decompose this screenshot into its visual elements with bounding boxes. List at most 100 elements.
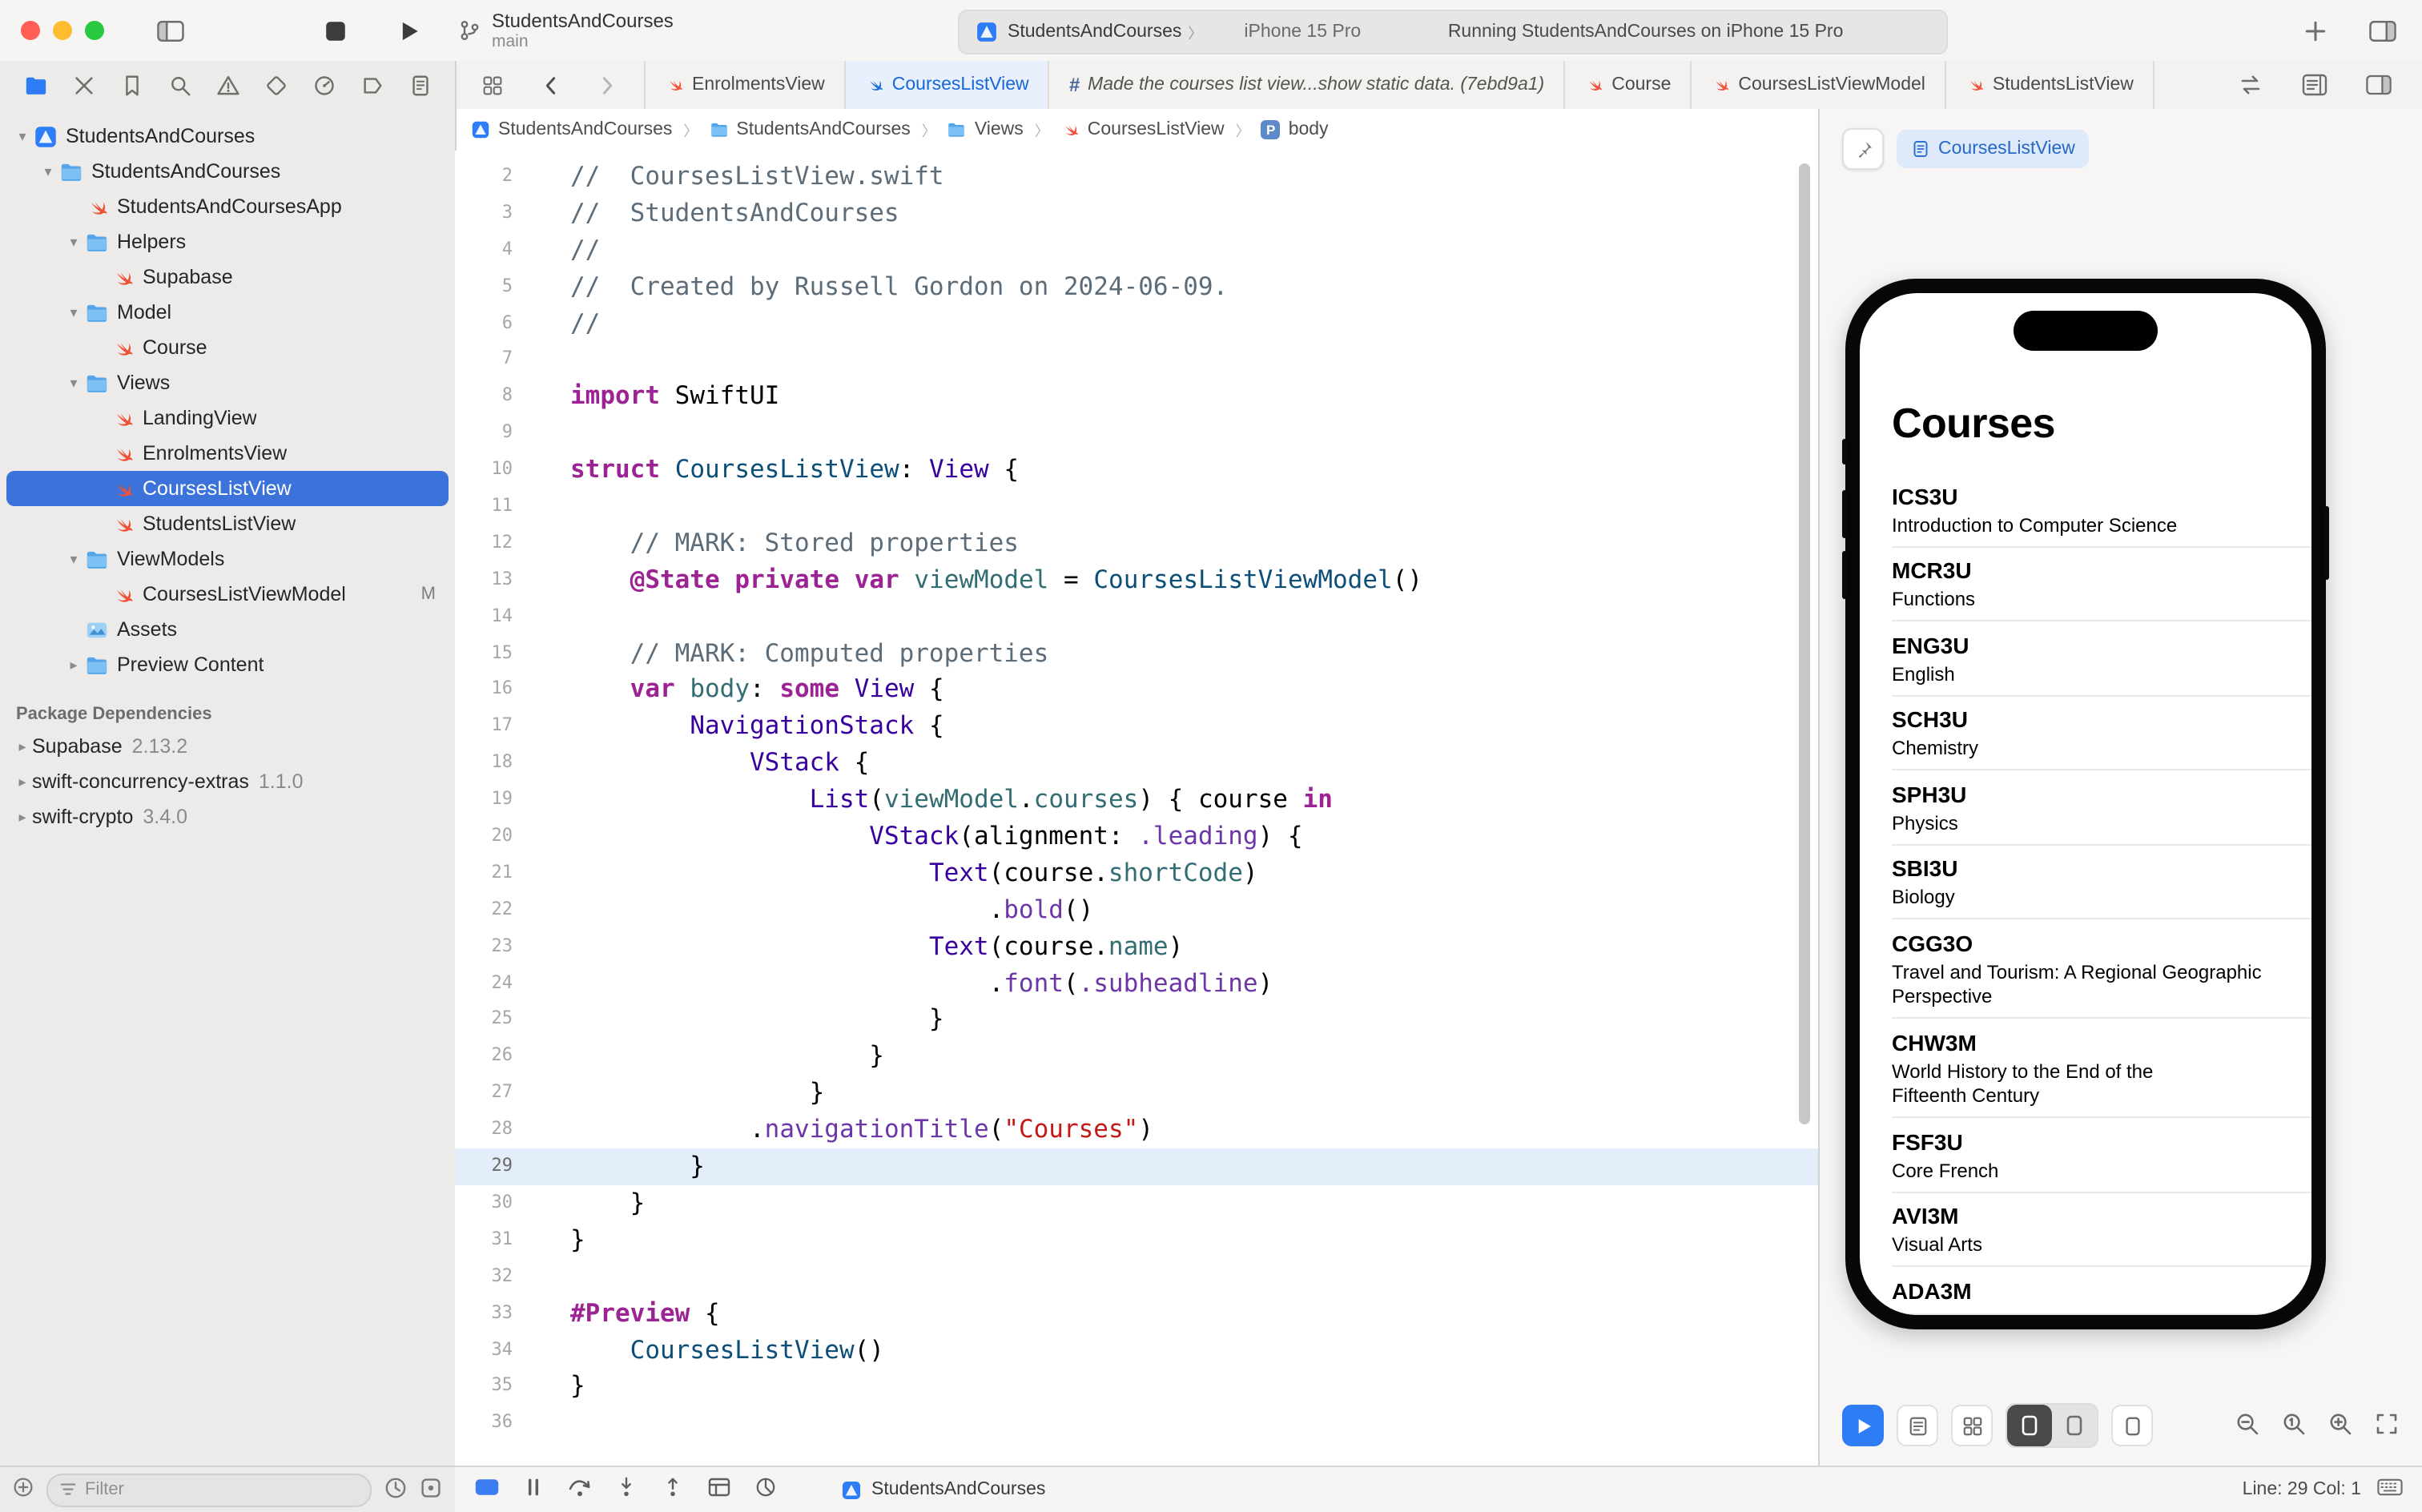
breadcrumb-views[interactable]: Views (947, 120, 1024, 139)
go-forward-button[interactable] (586, 66, 628, 104)
code-line-31[interactable]: 31} (455, 1222, 1818, 1259)
sidebar-item-studentslistview[interactable]: StudentsListView (6, 506, 449, 541)
course-row-mcr3u[interactable]: MCR3UFunctions (1860, 547, 2311, 621)
code-line-30[interactable]: 30 } (455, 1185, 1818, 1222)
package-swift-concurrency-extras[interactable]: ▸swift-concurrency-extras1.1.0 (0, 764, 455, 799)
zoom-fit-button[interactable] (2374, 1411, 2400, 1442)
sidebar-item-helpers[interactable]: ▾Helpers (6, 224, 449, 259)
device-alt-mode-button[interactable] (2052, 1405, 2097, 1446)
disclosure-open-icon[interactable]: ▾ (64, 550, 83, 568)
step-over-button[interactable] (567, 1477, 593, 1502)
bookmarks-navigator-button[interactable] (117, 70, 146, 99)
code-line-2[interactable]: 2// CoursesListView.swift (455, 159, 1818, 195)
sidebar-item-courseslistview[interactable]: CoursesListView (6, 471, 449, 506)
course-row-fsf3u[interactable]: FSF3UCore French (1860, 1118, 2311, 1192)
code-line-25[interactable]: 25 } (455, 1002, 1818, 1039)
close-button[interactable] (21, 21, 40, 40)
code-line-10[interactable]: 10struct CoursesListView: View { (455, 452, 1818, 489)
code-line-28[interactable]: 28 .navigationTitle("Courses") (455, 1112, 1818, 1148)
project-navigator-button[interactable] (21, 70, 50, 99)
disclosure-open-icon[interactable]: ▾ (64, 304, 83, 321)
project-scheme[interactable]: StudentsAndCourses main (458, 5, 674, 56)
sidebar-item-studentsandcoursesapp[interactable]: StudentsAndCoursesApp (6, 189, 449, 224)
code-line-11[interactable]: 11 (455, 489, 1818, 525)
disclosure-closed-icon[interactable]: ▸ (13, 738, 32, 755)
run-button[interactable] (388, 11, 429, 50)
code-line-12[interactable]: 12 // MARK: Stored properties (455, 525, 1818, 562)
code-line-36[interactable]: 36 (455, 1405, 1818, 1442)
go-back-button[interactable] (529, 66, 570, 104)
tab-made-the-courses-list-view-show-static-data-7ebd9a1[interactable]: #Made the courses list view...show stati… (1050, 61, 1566, 109)
sidebar-item-courseslistviewmodel[interactable]: CoursesListViewModelM (6, 577, 449, 612)
code-line-5[interactable]: 5// Created by Russell Gordon on 2024-06… (455, 268, 1818, 305)
add-editor-button[interactable] (2294, 11, 2336, 50)
memory-graph-button[interactable] (753, 1477, 778, 1502)
issues-navigator-button[interactable] (213, 70, 242, 99)
course-row-ics3u[interactable]: ICS3UIntroduction to Computer Science (1860, 472, 2311, 547)
disclosure-open-icon[interactable]: ▾ (64, 233, 83, 251)
sidebar-item-studentsandcourses[interactable]: ▾StudentsAndCourses (6, 154, 449, 189)
stop-button[interactable] (314, 11, 356, 50)
reports-navigator-button[interactable] (405, 70, 434, 99)
keyboard-shortcuts-button[interactable] (2377, 1477, 2403, 1502)
code-line-33[interactable]: 33#Preview { (455, 1295, 1818, 1332)
scm-status-filter-button[interactable] (420, 1476, 442, 1503)
code-line-3[interactable]: 3// StudentsAndCourses (455, 195, 1818, 232)
find-navigator-button[interactable] (165, 70, 194, 99)
code-line-21[interactable]: 21 Text(course.shortCode) (455, 855, 1818, 892)
debug-navigator-button[interactable] (309, 70, 338, 99)
sidebar-item-landingview[interactable]: LandingView (6, 400, 449, 436)
code-line-6[interactable]: 6// (455, 305, 1818, 342)
code-line-15[interactable]: 15 // MARK: Computed properties (455, 635, 1818, 672)
sidebar-item-viewmodels[interactable]: ▾ViewModels (6, 541, 449, 577)
minimize-button[interactable] (53, 21, 72, 40)
course-row-cgg3o[interactable]: CGG3OTravel and Tourism: A Regional Geog… (1860, 919, 2311, 1019)
fullscreen-button[interactable] (85, 21, 104, 40)
toggle-navigator-button[interactable] (149, 11, 191, 50)
device-screen[interactable]: Courses ICS3UIntroduction to Computer Sc… (1860, 293, 2311, 1315)
tests-navigator-button[interactable] (261, 70, 290, 99)
course-row-sch3u[interactable]: SCH3UChemistry (1860, 696, 2311, 770)
code-line-18[interactable]: 18 VStack { (455, 746, 1818, 782)
code-line-19[interactable]: 19 List(viewModel.courses) { course in (455, 782, 1818, 818)
disclosure-open-icon[interactable]: ▾ (64, 374, 83, 392)
course-row-sph3u[interactable]: SPH3UPhysics (1860, 770, 2311, 845)
breakpoints-toggle-button[interactable] (474, 1477, 500, 1502)
code-line-27[interactable]: 27 } (455, 1076, 1818, 1112)
filter-field[interactable]: Filter (46, 1473, 372, 1506)
disclosure-open-icon[interactable]: ▾ (13, 127, 32, 145)
code-line-23[interactable]: 23 Text(course.name) (455, 928, 1818, 965)
preview-target-chip[interactable]: CoursesListView (1897, 130, 2090, 168)
package-supabase[interactable]: ▸Supabase2.13.2 (0, 729, 455, 764)
breadcrumb-studentsandcourses[interactable]: StudentsAndCourses (709, 120, 910, 139)
code-line-4[interactable]: 4// (455, 232, 1818, 269)
toggle-inspector-button[interactable] (2361, 11, 2403, 50)
code-line-22[interactable]: 22 .bold() (455, 892, 1818, 929)
source-editor[interactable]: 2// CoursesListView.swift3// StudentsAnd… (455, 151, 1818, 1467)
tab-enrolmentsview[interactable]: EnrolmentsView (644, 61, 846, 109)
recent-files-filter-button[interactable] (384, 1476, 407, 1503)
disclosure-open-icon[interactable]: ▾ (38, 163, 58, 180)
code-line-17[interactable]: 17 NavigationStack { (455, 709, 1818, 746)
code-review-button[interactable] (2230, 66, 2271, 104)
code-line-32[interactable]: 32 (455, 1258, 1818, 1295)
breadcrumb-body[interactable]: Pbody (1261, 120, 1329, 139)
course-row-sbi3u[interactable]: SBI3UBiology (1860, 845, 2311, 919)
sidebar-item-assets[interactable]: Assets (6, 612, 449, 647)
tab-studentslistview[interactable]: StudentsListView (1946, 61, 2154, 109)
pause-button[interactable] (521, 1477, 546, 1502)
zoom-in-button[interactable] (2327, 1411, 2353, 1442)
code-line-7[interactable]: 7 (455, 342, 1818, 379)
code-line-20[interactable]: 20 VStack(alignment: .leading) { (455, 818, 1818, 855)
related-items-button[interactable] (471, 66, 513, 104)
toggle-editor-options-button[interactable] (2358, 66, 2400, 104)
breadcrumb-studentsandcourses[interactable]: StudentsAndCourses (471, 120, 672, 139)
add-file-button[interactable] (13, 1477, 34, 1502)
zoom-actual-button[interactable] (2281, 1411, 2307, 1442)
breakpoints-navigator-button[interactable] (357, 70, 386, 99)
code-line-26[interactable]: 26 } (455, 1039, 1818, 1076)
sidebar-item-model[interactable]: ▾Model (6, 295, 449, 330)
code-line-34[interactable]: 34 CoursesListView() (455, 1332, 1818, 1369)
code-line-8[interactable]: 8import SwiftUI (455, 379, 1818, 416)
code-line-9[interactable]: 9 (455, 415, 1818, 452)
